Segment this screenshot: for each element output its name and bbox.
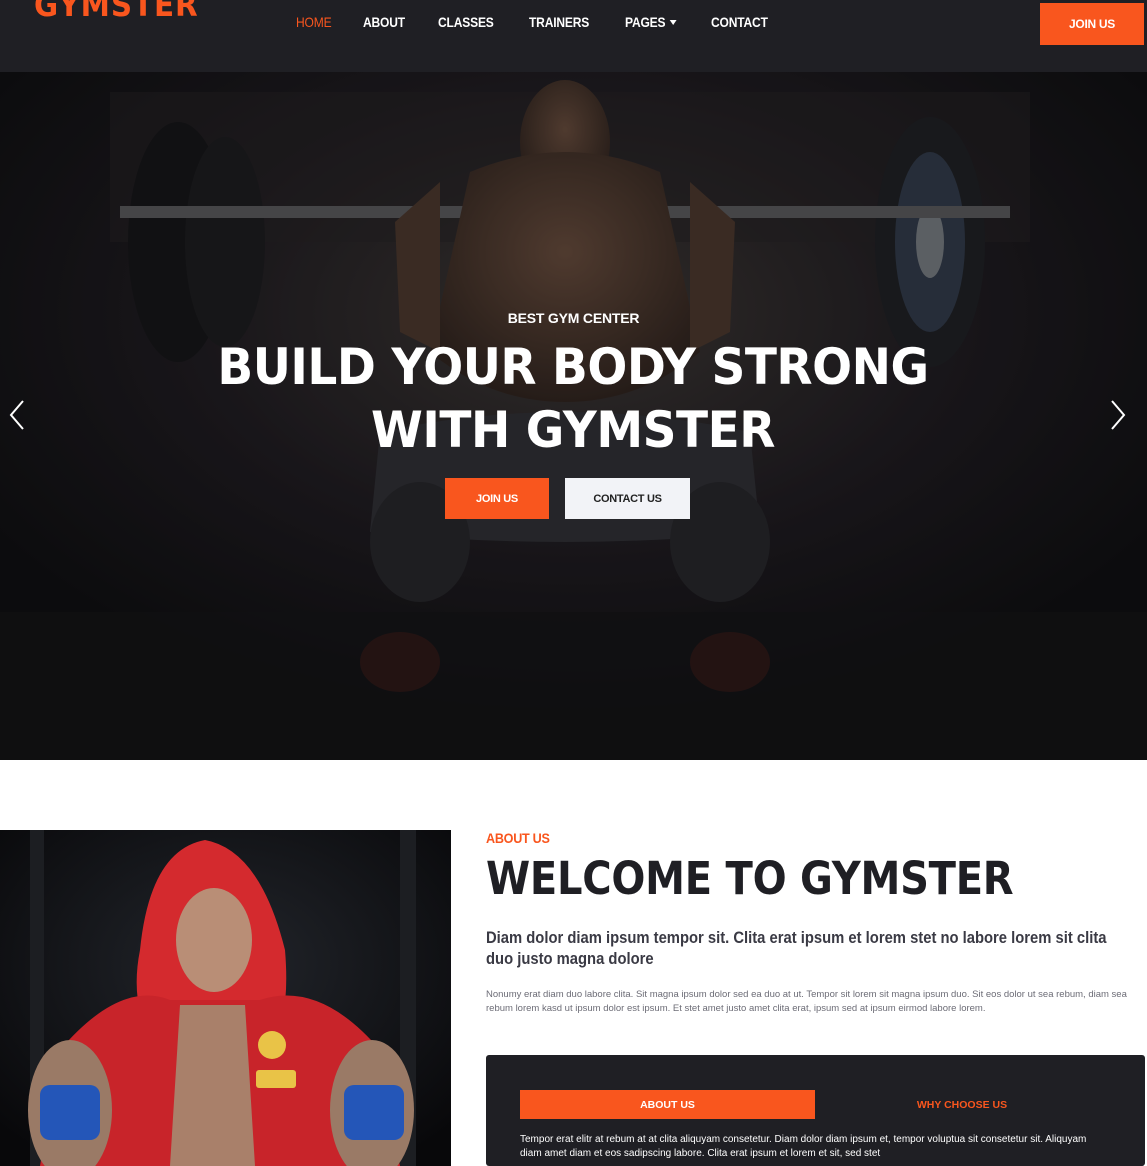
join-us-button[interactable]: JOIN US: [1040, 3, 1144, 45]
nav-home[interactable]: HOME: [296, 14, 332, 30]
hero-contact-button[interactable]: CONTACT US: [565, 478, 690, 519]
navbar: GYMSTER HOME ABOUT CLASSES TRAINERS PAGE…: [0, 0, 1147, 72]
chevron-right-icon[interactable]: [1104, 398, 1134, 432]
about-title: WELCOME TO GYMSTER: [486, 852, 1014, 905]
nav-classes[interactable]: CLASSES: [438, 14, 494, 30]
chevron-left-icon[interactable]: [3, 398, 33, 432]
brand-logo[interactable]: GYMSTER: [34, 0, 199, 24]
nav-about[interactable]: ABOUT: [363, 14, 405, 30]
nav-pages[interactable]: PAGES: [625, 14, 677, 30]
caret-down-icon: [669, 19, 677, 25]
nav-pages-label: PAGES: [624, 14, 666, 30]
hero-join-button[interactable]: JOIN US: [445, 478, 549, 519]
tab-content-text: Tempor erat elitr at rebum at at clita a…: [520, 1134, 1087, 1159]
about-tabs: ABOUT US WHY CHOOSE US Tempor erat elitr…: [486, 1055, 1145, 1166]
tab-why-choose-us[interactable]: WHY CHOOSE US: [850, 1090, 1074, 1119]
tab-about-us[interactable]: ABOUT US: [520, 1090, 815, 1119]
main-nav: HOME ABOUT CLASSES TRAINERS PAGES CONTAC…: [296, 14, 803, 30]
nav-trainers[interactable]: TRAINERS: [529, 14, 589, 30]
hero-carousel: BEST GYM CENTER BUILD YOUR BODY STRONG W…: [0, 72, 1147, 760]
nav-contact[interactable]: CONTACT: [711, 14, 768, 30]
about-paragraph: Nonumy erat diam duo labore clita. Sit m…: [486, 989, 1127, 1014]
hero-eyebrow: BEST GYM CENTER: [507, 310, 640, 326]
about-eyebrow: ABOUT US: [486, 830, 550, 846]
about-lead: Diam dolor diam ipsum tempor sit. Clita …: [486, 928, 1107, 968]
about-image: [0, 830, 451, 1166]
hero-title: BUILD YOUR BODY STRONG WITH GYMSTER: [217, 338, 929, 459]
